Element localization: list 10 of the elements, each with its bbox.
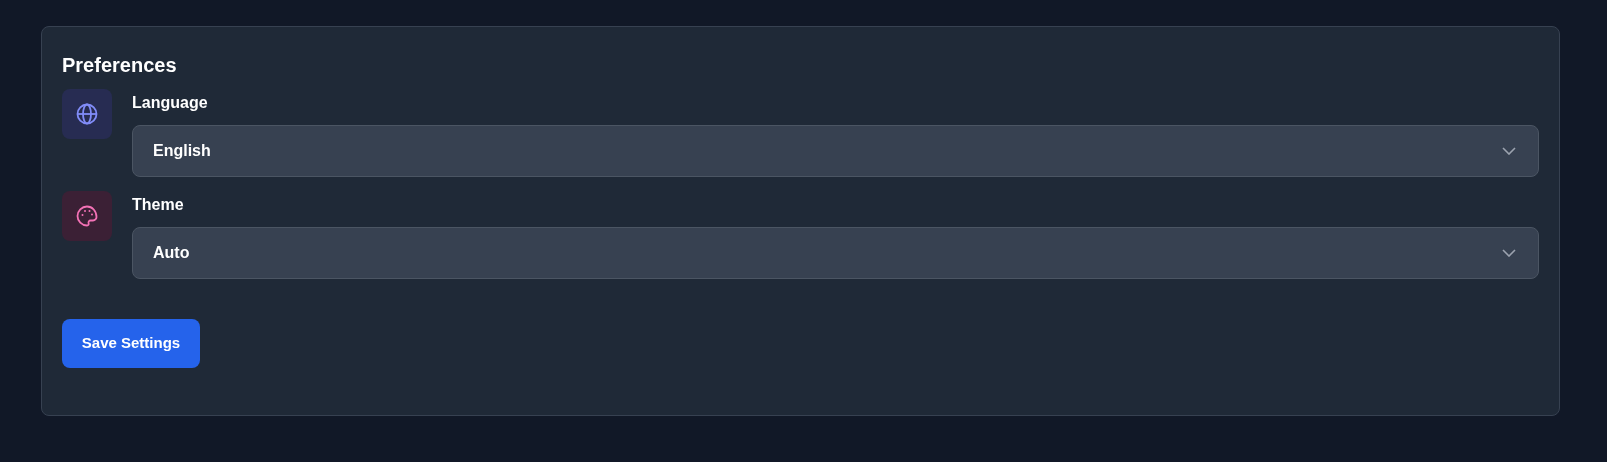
globe-icon	[75, 102, 99, 126]
field-label: Theme	[132, 195, 184, 215]
select-field[interactable]: English	[132, 125, 1539, 177]
chevron-down-icon	[1502, 249, 1516, 257]
field-label: Language	[132, 93, 208, 113]
save-button[interactable]: Save Settings	[62, 319, 200, 368]
select-field[interactable]: Auto	[132, 227, 1539, 279]
card-title: Preferences	[62, 53, 177, 78]
palette-icon	[75, 204, 99, 228]
chevron-down-icon	[1502, 147, 1516, 155]
